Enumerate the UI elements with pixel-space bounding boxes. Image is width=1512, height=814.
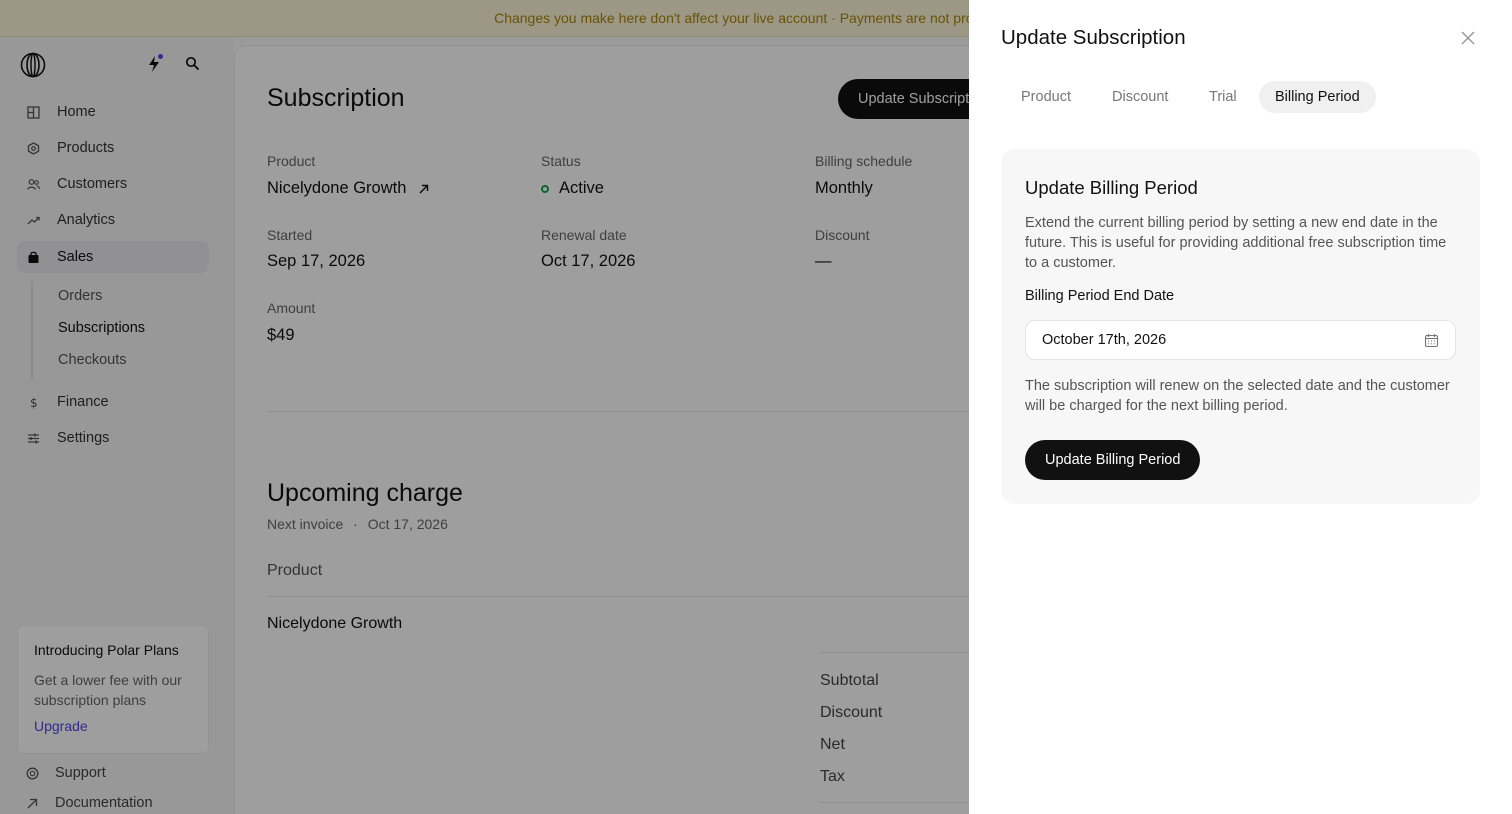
billing-period-card: Update Billing Period Extend the current… xyxy=(1001,149,1480,504)
date-value: October 17th, 2026 xyxy=(1042,332,1167,348)
billing-period-end-date-input[interactable]: October 17th, 2026 xyxy=(1025,320,1456,360)
card-description: Extend the current billing period by set… xyxy=(1025,215,1447,271)
close-icon[interactable] xyxy=(1460,30,1476,46)
drawer-title: Update Subscription xyxy=(1001,26,1186,49)
modal-overlay[interactable] xyxy=(0,0,969,814)
tab-discount[interactable]: Discount xyxy=(1096,81,1184,113)
renewal-note: The subscription will renew on the selec… xyxy=(1025,378,1450,414)
update-subscription-drawer: Update Subscription Product Discount Tri… xyxy=(969,0,1512,814)
update-billing-period-button[interactable]: Update Billing Period xyxy=(1025,440,1201,480)
tab-product[interactable]: Product xyxy=(1005,81,1087,113)
tab-trial[interactable]: Trial xyxy=(1193,81,1253,113)
card-title: Update Billing Period xyxy=(1025,177,1198,198)
tab-billing-period[interactable]: Billing Period xyxy=(1259,81,1376,113)
date-field-label: Billing Period End Date xyxy=(1025,288,1175,304)
calendar-icon[interactable] xyxy=(1424,333,1439,348)
